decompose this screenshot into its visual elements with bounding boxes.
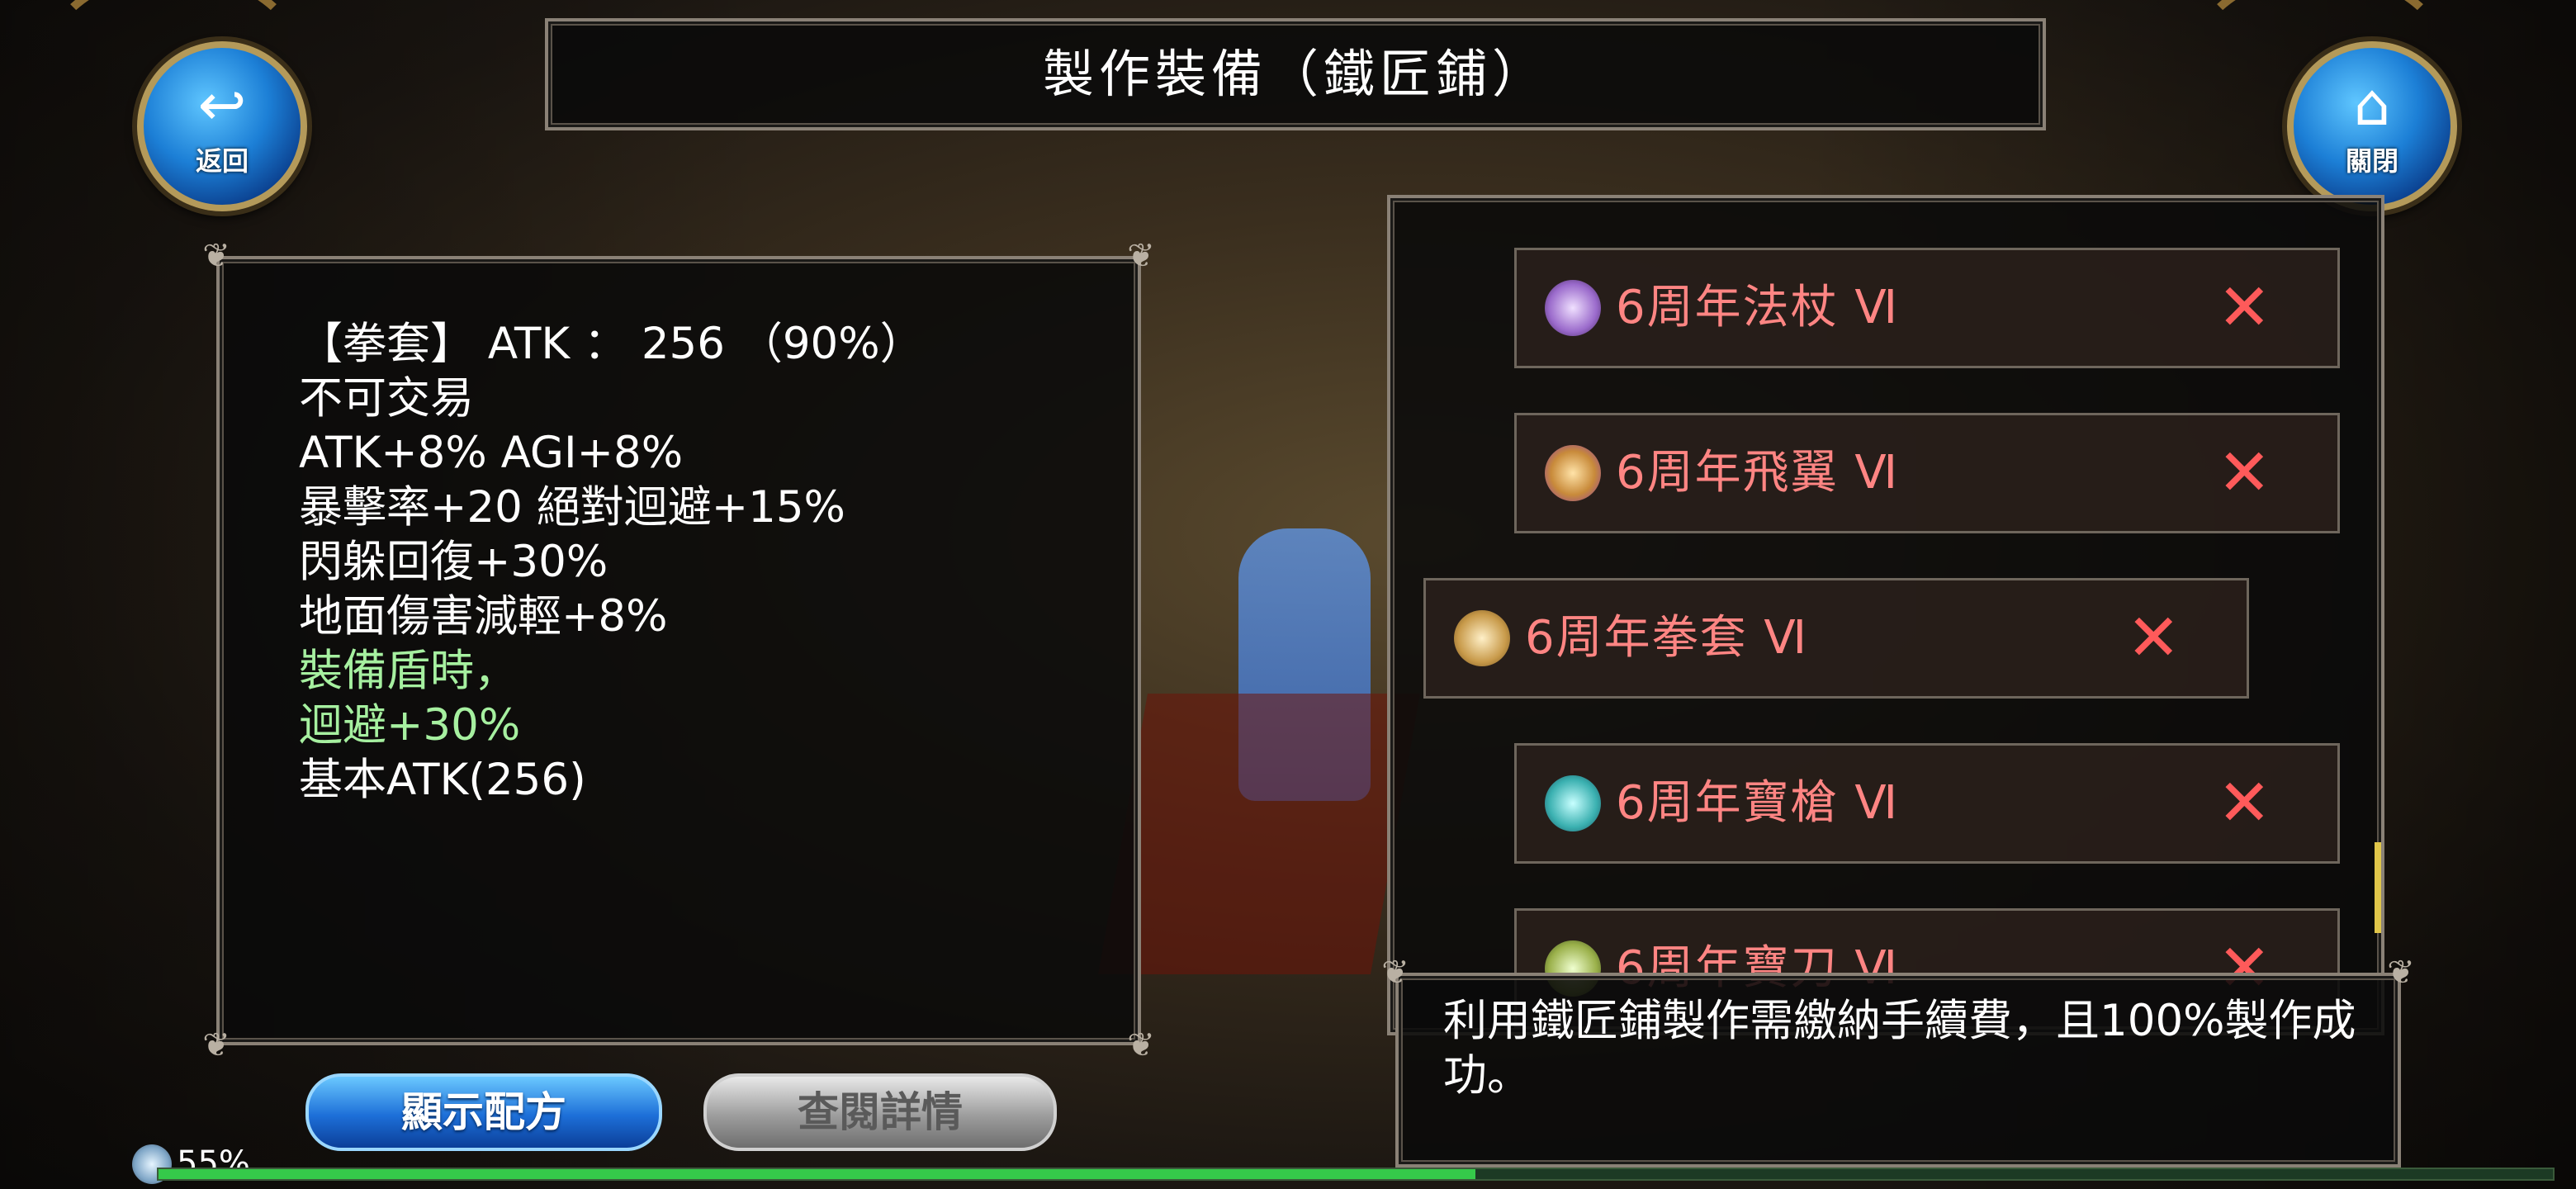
item-name: 6周年法杖 Ⅵ (1616, 281, 1900, 334)
page-title: 製作裝備（鐵匠鋪） (1042, 44, 1548, 104)
corner-ornament: ❦ (2387, 954, 2415, 992)
list-scrollbar[interactable] (2375, 842, 2381, 933)
info-note-panel: ❦ ❦ 利用鐵匠鋪製作需繳納手續費，且100%製作成功。 (1381, 955, 2415, 1168)
stat-line: 地面傷害減輕+8% (299, 591, 668, 642)
stat-line: 不可交易 (299, 373, 474, 424)
list-item[interactable]: 6周年飛翼 Ⅵ ✕ (1514, 413, 2340, 533)
item-stats-panel: ❦ ❦ ❦ ❦ 【拳套】 ATK ： 256 （90%） 不可交易 ATK+8%… (202, 238, 1155, 1063)
gun-icon (1545, 775, 1601, 831)
stat-line: ATK+8% AGI+8% (299, 428, 684, 478)
exp-bar-fill (159, 1169, 1475, 1179)
close-icon: ✕ (2126, 601, 2181, 675)
item-list-panel: 6周年法杖 Ⅵ ✕ 6周年飛翼 Ⅵ ✕ 6周年拳套 Ⅵ ✕ 6周年寶槍 Ⅵ ✕ … (1387, 195, 2384, 1035)
list-item-selected[interactable]: 6周年拳套 Ⅵ ✕ (1423, 578, 2249, 699)
back-arrow-icon: ↩ (197, 71, 247, 139)
corner-ornament: ❦ (202, 237, 230, 275)
view-details-button[interactable]: 查閱詳情 (703, 1073, 1057, 1151)
list-item[interactable]: 6周年法杖 Ⅵ ✕ (1514, 248, 2340, 368)
item-name: 6周年飛翼 Ⅵ (1616, 446, 1900, 500)
info-note-text: 利用鐵匠鋪製作需繳納手續費，且100%製作成功。 (1443, 996, 2356, 1101)
stat-line: 閃躲回復+30% (299, 537, 608, 587)
staff-icon (1545, 280, 1601, 336)
home-icon: ⌂ (2353, 71, 2391, 139)
close-icon: ✕ (2217, 766, 2271, 841)
floor-rug (1098, 694, 1420, 974)
corner-ornament: ❦ (202, 1026, 230, 1064)
exp-bar (157, 1168, 2555, 1181)
item-name: 6周年寶槍 Ⅵ (1616, 776, 1900, 830)
close-icon: ✕ (2217, 436, 2271, 510)
knuckle-icon (1454, 610, 1510, 666)
wing-icon (1545, 445, 1601, 501)
back-button-label: 返回 (195, 145, 249, 177)
stat-line-conditional: 迴避+30% (299, 700, 521, 751)
corner-ornament: ❦ (1381, 954, 1409, 992)
stat-line-conditional: 裝備盾時， (299, 646, 518, 696)
show-recipe-button[interactable]: 顯示配方 (305, 1073, 662, 1151)
stat-line: 【拳套】 ATK ： 256 （90%） (299, 319, 924, 369)
stat-line: 暴擊率+20 絕對迴避+15% (299, 482, 845, 533)
close-icon: ✕ (2217, 271, 2271, 345)
item-name: 6周年拳套 Ⅵ (1525, 611, 1809, 665)
close-button[interactable]: ⌂ 關閉 (2287, 41, 2457, 211)
list-item[interactable]: 6周年寶槍 Ⅵ ✕ (1514, 743, 2340, 864)
stat-line: 基本ATK(256) (299, 755, 586, 805)
close-button-label: 關閉 (2345, 145, 2398, 177)
title-bar: 製作裝備（鐵匠鋪） (545, 18, 2046, 130)
corner-ornament: ❦ (1127, 1026, 1155, 1064)
back-button[interactable]: ↩ 返回 (137, 41, 307, 211)
corner-ornament: ❦ (1127, 237, 1155, 275)
